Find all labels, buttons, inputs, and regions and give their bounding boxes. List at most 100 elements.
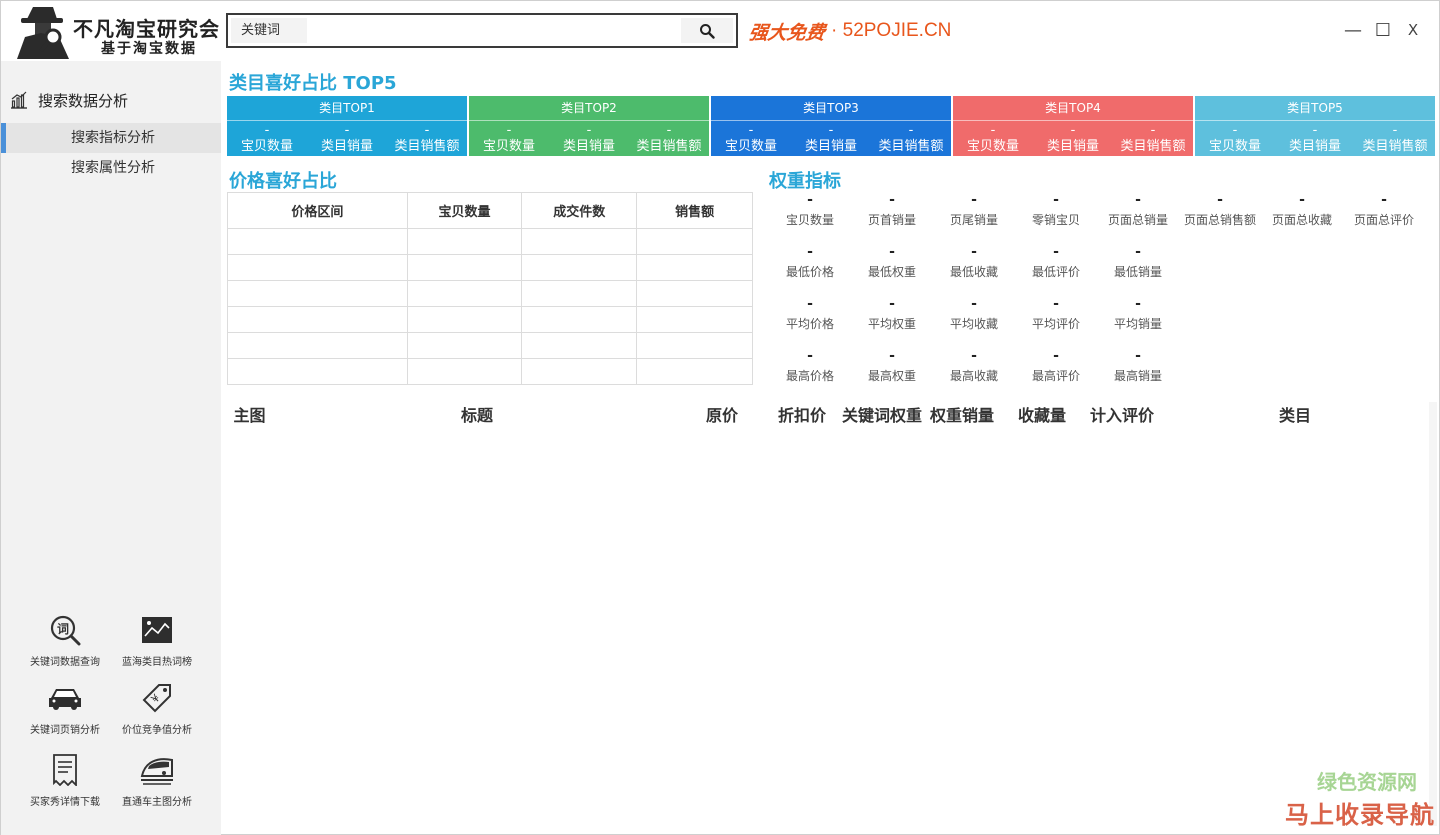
sidebar-section-label: 搜索数据分析 — [38, 91, 129, 110]
weight-metric: - 最低评价 — [1015, 241, 1097, 281]
weight-metric-value: - — [971, 348, 977, 364]
category-metric: - 宝贝数量 — [227, 121, 307, 156]
price-section-title: 价格喜好占比 — [229, 171, 337, 192]
maximize-button[interactable]: ☐ — [1368, 15, 1398, 45]
price-table: 价格区间 宝贝数量 成交件数 销售额 — [227, 192, 753, 385]
category-card-top3[interactable]: 类目TOP3- 宝贝数量 - 类目销量 - 类目销售额 — [711, 96, 951, 156]
category-metric-value: - — [1312, 123, 1318, 138]
weight-metric: - 页尾销量 — [933, 189, 1015, 229]
weight-metric: - 最低权重 — [851, 241, 933, 281]
weight-metric-value: - — [1135, 244, 1141, 260]
column-header[interactable]: 成交件数 — [521, 192, 638, 229]
category-metric: - 类目销量 — [1033, 121, 1113, 156]
weight-metric: - 页首销量 — [851, 189, 933, 229]
category-card-top1[interactable]: 类目TOP1- 宝贝数量 - 类目销量 - 类目销售额 — [227, 96, 467, 156]
weight-metric-value: - — [971, 192, 977, 208]
table-cell — [636, 228, 753, 255]
weight-metric-label: 页尾销量 — [949, 213, 998, 227]
tool-keyword-sales[interactable]: 关键词页销分析 — [17, 679, 113, 741]
table-cell — [227, 254, 408, 281]
weight-metric: - 最低价格 — [769, 241, 851, 281]
column-header[interactable]: 销售额 — [636, 192, 753, 229]
category-metric-value: - — [424, 123, 430, 138]
table-row[interactable] — [227, 358, 753, 385]
category-metric-label: 类目销售额 — [394, 139, 460, 154]
category-card-body: - 宝贝数量 - 类目销量 - 类目销售额 — [711, 121, 951, 156]
tool-keyword-query[interactable]: 词 关键词数据查询 — [17, 611, 113, 673]
category-metric: - 宝贝数量 — [1195, 121, 1275, 156]
search-type-tag[interactable]: 关键词 — [231, 18, 307, 43]
category-metric-value: - — [748, 123, 754, 138]
tool-buyer-show-download[interactable]: 买家秀详情下载 — [17, 751, 113, 813]
table-row[interactable] — [227, 332, 753, 359]
results-table-viewport[interactable]: 主图 标题 原价 折扣价 关键词权重 权重销量 收藏量 计入评价 类目 — [227, 402, 1439, 826]
column-header[interactable]: 价格区间 — [227, 192, 408, 229]
app-window: 不凡淘宝研究会 基于淘宝数据 关键词 强大免费 · 52POJIE.CN — ☐… — [0, 0, 1440, 835]
logo-subtitle: 基于淘宝数据 — [101, 41, 197, 57]
document-icon — [53, 754, 77, 786]
tool-through-train[interactable]: 直通车主图分析 — [109, 751, 205, 813]
image-chart-icon — [142, 617, 172, 643]
promo-site: · 52POJIE.CN — [831, 20, 952, 41]
table-cell — [227, 332, 408, 359]
promo-banner[interactable]: 强大免费 · 52POJIE.CN — [747, 15, 952, 47]
sidebar: 搜索数据分析 搜索指标分析 搜索属性分析 词 关键词数据查询 蓝海类目热词榜 关… — [1, 61, 221, 835]
bar-chart-icon — [11, 91, 27, 109]
minimize-button[interactable]: — — [1338, 15, 1368, 45]
weight-metric: - 最高权重 — [851, 345, 933, 385]
category-card-top2[interactable]: 类目TOP2- 宝贝数量 - 类目销量 - 类目销售额 — [469, 96, 709, 156]
category-metric: - 宝贝数量 — [469, 121, 549, 156]
weight-metric-label: 页面总评价 — [1353, 213, 1414, 227]
table-row[interactable] — [227, 254, 753, 281]
watermark-line2: 马上收录导航 — [1285, 801, 1435, 829]
table-row[interactable] — [227, 228, 753, 255]
search-button[interactable] — [681, 18, 733, 43]
column-header[interactable]: 主图 — [227, 402, 272, 426]
tool-price-competition[interactable]: ¥ 价位竞争值分析 — [109, 679, 205, 741]
table-cell — [521, 332, 638, 359]
tool-label: 关键词数据查询 — [30, 657, 100, 668]
sidebar-item-search-attributes[interactable]: 搜索属性分析 — [1, 153, 221, 183]
table-header-row: 价格区间 宝贝数量 成交件数 销售额 — [227, 192, 753, 229]
close-button[interactable]: X — [1398, 15, 1428, 45]
weight-metric: - 最高收藏 — [933, 345, 1015, 385]
weight-metric-value: - — [889, 348, 895, 364]
table-cell — [636, 332, 753, 359]
category-cards: 类目TOP1- 宝贝数量 - 类目销量 - 类目销售额 类目TOP2- 宝贝数量 - 类目销量 - 类… — [227, 96, 1435, 156]
column-header[interactable]: 宝贝数量 — [406, 192, 523, 229]
column-header[interactable]: 收藏量 — [1002, 402, 1082, 426]
column-header[interactable]: 计入评价 — [1082, 402, 1162, 426]
category-metric-value: - — [264, 123, 270, 138]
column-header[interactable]: 折扣价 — [762, 402, 842, 426]
category-metric-label: 宝贝数量 — [240, 139, 293, 154]
table-row[interactable] — [227, 280, 753, 307]
tool-hot-words[interactable]: 蓝海类目热词榜 — [109, 611, 205, 673]
sidebar-section-header[interactable]: 搜索数据分析 — [1, 85, 221, 115]
column-header[interactable]: 类目 — [1162, 402, 1428, 426]
sidebar-item-search-metrics[interactable]: 搜索指标分析 — [1, 123, 221, 153]
weight-metric: - 平均收藏 — [933, 293, 1015, 333]
tool-label: 直通车主图分析 — [122, 797, 192, 808]
weight-metric-value: - — [889, 244, 895, 260]
weight-metric-value: - — [1053, 348, 1059, 364]
category-card-top5[interactable]: 类目TOP5- 宝贝数量 - 类目销量 - 类目销售额 — [1195, 96, 1435, 156]
table-cell — [227, 280, 408, 307]
column-header[interactable]: 关键词权重 — [842, 402, 922, 426]
column-header[interactable]: 标题 — [272, 402, 682, 426]
column-header[interactable]: 权重销量 — [922, 402, 1002, 426]
column-header[interactable]: 原价 — [682, 402, 762, 426]
category-card-top4[interactable]: 类目TOP4- 宝贝数量 - 类目销量 - 类目销售额 — [953, 96, 1193, 156]
weight-metric-label: 最低评价 — [1031, 265, 1080, 279]
weight-metric: - 零销宝贝 — [1015, 189, 1097, 229]
category-metric-value: - — [990, 123, 996, 138]
weight-metric-value: - — [1053, 244, 1059, 260]
search-input[interactable] — [310, 18, 680, 43]
results-scrollbar[interactable] — [1429, 402, 1437, 826]
category-metric: - 宝贝数量 — [711, 121, 791, 156]
weight-metric-label: 平均收藏 — [949, 317, 998, 331]
weight-metric-value: - — [889, 296, 895, 312]
category-card-title: 类目TOP1 — [227, 96, 467, 121]
table-row[interactable] — [227, 306, 753, 333]
category-metric-label: 宝贝数量 — [482, 139, 535, 154]
weight-metric: - 平均销量 — [1097, 293, 1179, 333]
